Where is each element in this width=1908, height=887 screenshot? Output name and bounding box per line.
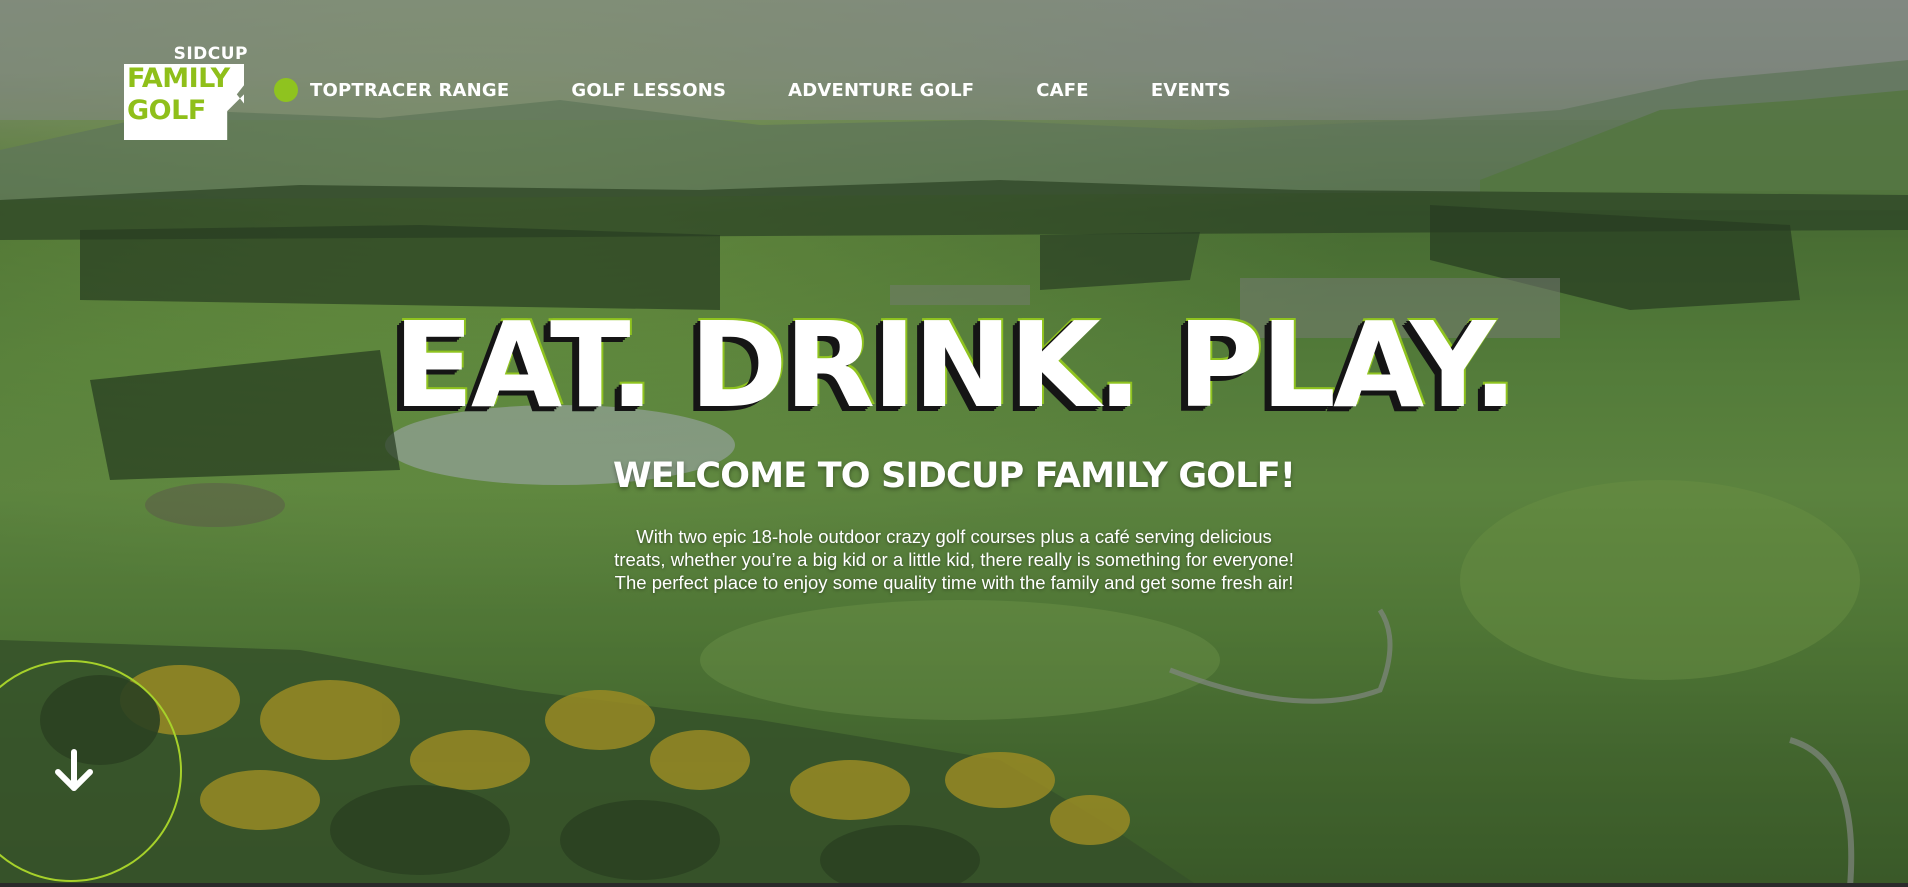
hero-intro: With two epic 18-hole outdoor crazy golf… [554, 525, 1354, 594]
hero-headline: EAT. DRINK. PLAY. [393, 296, 1518, 434]
hero-section: SIDCUP FAMILY GOLF TOPTRACER RANGE GOLF … [0, 0, 1908, 887]
site-logo[interactable]: SIDCUP FAMILY GOLF [124, 44, 250, 140]
intro-line-1: With two epic 18-hole outdoor crazy golf… [636, 526, 1272, 547]
nav-item-events[interactable]: EVENTS [1151, 80, 1231, 101]
nav-item-toptracer-range[interactable]: TOPTRACER RANGE [310, 80, 509, 101]
logo-top-text: SIDCUP [173, 44, 248, 64]
intro-line-2: treats, whether you’re a big kid or a li… [614, 549, 1294, 570]
hero-subheadline: WELCOME TO SIDCUP FAMILY GOLF! [612, 456, 1296, 496]
nav-item-cafe[interactable]: CAFE [1036, 80, 1089, 101]
nav-item-adventure-golf[interactable]: ADVENTURE GOLF [788, 80, 974, 101]
dark-overlay [0, 0, 1908, 887]
green-dot-icon [274, 78, 298, 102]
intro-line-3: The perfect place to enjoy some quality … [614, 572, 1294, 593]
logo-line-family: FAMILY [127, 63, 230, 94]
main-navigation: TOPTRACER RANGE GOLF LESSONS ADVENTURE G… [274, 78, 1293, 102]
nav-item-golf-lessons[interactable]: GOLF LESSONS [571, 80, 726, 101]
arrow-down-icon[interactable] [50, 748, 98, 796]
bottom-edge [0, 883, 1908, 887]
logo-line-golf: GOLF [127, 95, 206, 126]
